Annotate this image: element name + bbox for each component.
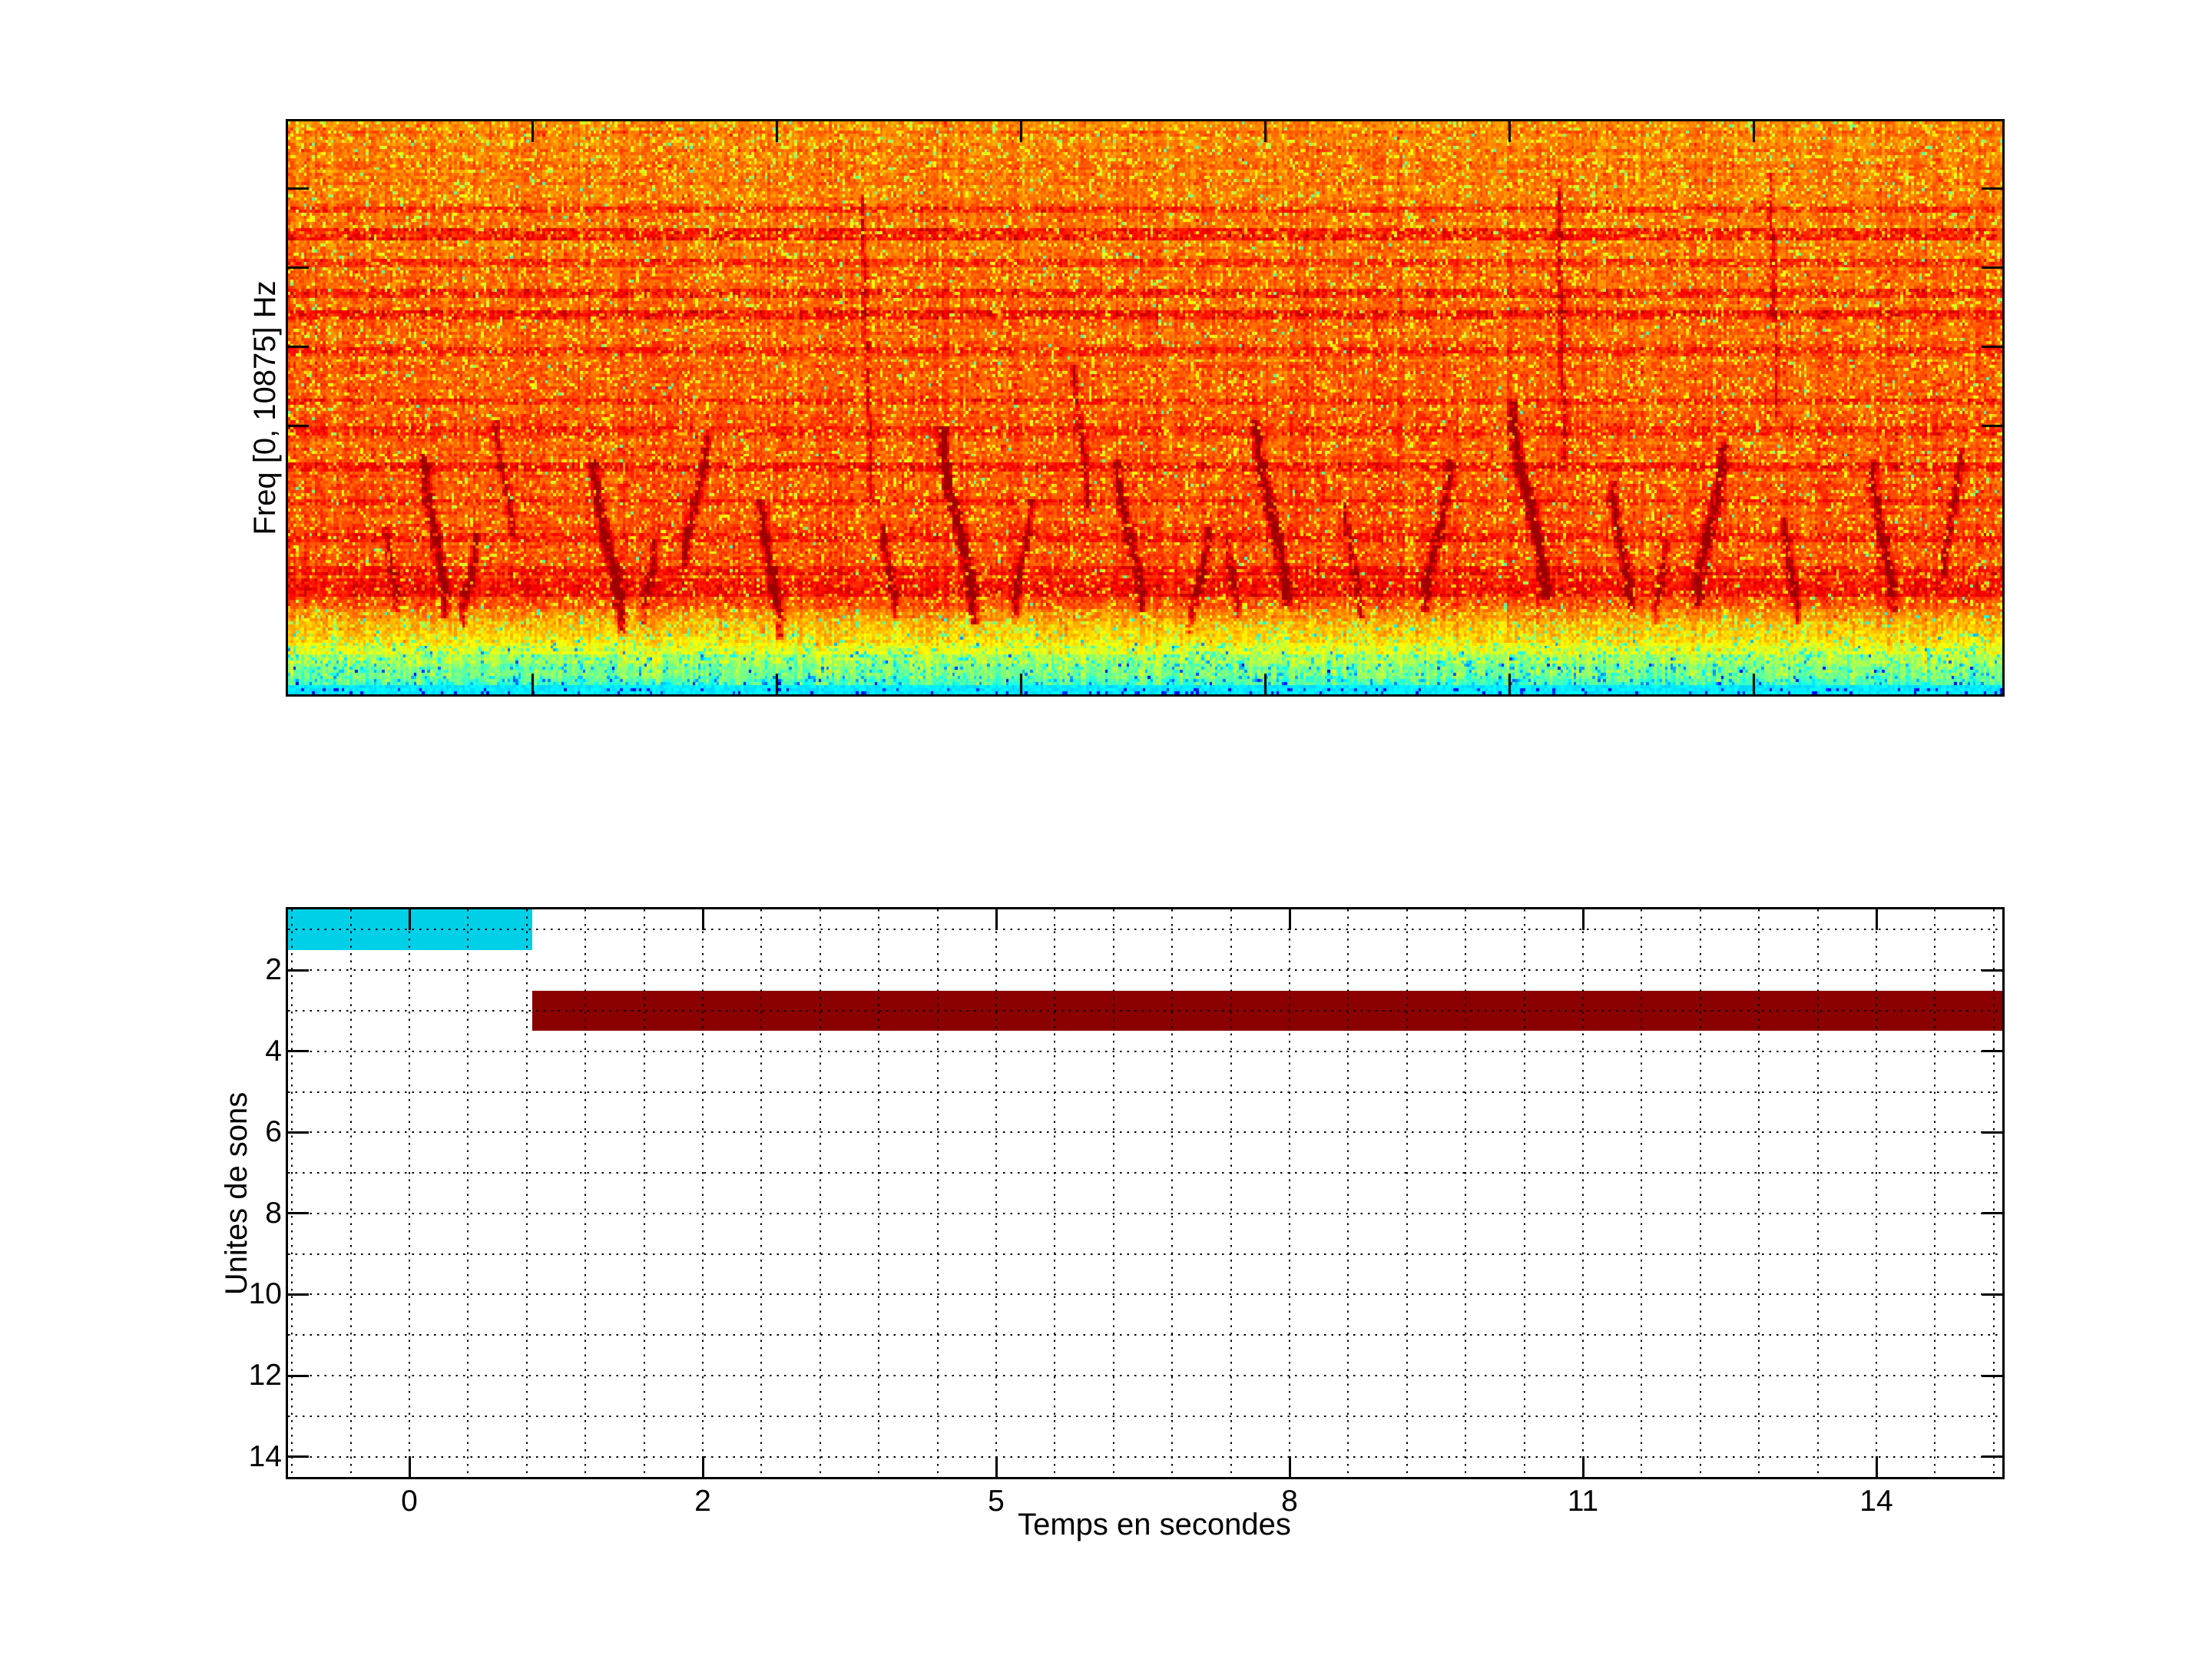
axis-tick-mark [995,909,998,930]
axis-tick-mark [288,1293,309,1296]
x-tick-label: 2 [694,1485,711,1518]
x-tick-label: 8 [1281,1485,1298,1518]
gridline-horizontal [288,1375,2002,1377]
figure: Freq [0, 10875] Hz Unites de sons Temps … [0,0,2212,1659]
axis-tick-mark [701,1456,704,1477]
gridline-horizontal [288,1212,2002,1214]
axis-tick-mark [1982,1050,2002,1053]
axis-tick-mark [1581,1456,1584,1477]
gridline-vertical [1876,909,1877,1477]
gridline-vertical [1992,909,1995,1477]
y-tick-label: 14 [248,1439,282,1473]
gridline-horizontal [288,1009,2002,1012]
gridline-vertical [819,909,821,1477]
gridline-vertical [1523,909,1525,1477]
gridline-horizontal [288,1334,2002,1336]
axis-tick-mark [995,1456,998,1477]
gridline-vertical [467,909,469,1477]
gridline-vertical [1289,909,1290,1477]
gridline-horizontal [288,1455,2002,1458]
x-tick-label: 5 [988,1485,1005,1518]
y-tick-label: 2 [265,953,282,987]
axis-tick-mark [1982,969,2002,972]
gridline-horizontal [288,969,2002,972]
bar-x-axis-label: Temps en secondes [1018,1508,1291,1541]
y-tick-label: 8 [265,1196,282,1230]
axis-tick-mark [288,1131,309,1134]
y-tick-label: 4 [265,1034,282,1068]
y-tick-label: 12 [248,1359,282,1392]
gridline-horizontal [288,1091,2002,1093]
gridline-vertical [1171,909,1174,1477]
gridline-vertical [1699,909,1701,1477]
gridline-horizontal [288,1050,2002,1052]
gridline-vertical [349,909,352,1477]
axis-tick-mark [1982,1374,2002,1377]
gridline-vertical [1054,909,1056,1477]
gridline-vertical [291,909,293,1477]
y-tick-label: 6 [265,1115,282,1149]
axis-tick-mark [1288,909,1291,930]
gridline-vertical [584,909,587,1477]
gridline-horizontal [288,929,2002,931]
gridline-horizontal [288,1131,2002,1134]
axis-tick-mark [1982,1131,2002,1134]
gridline-horizontal [288,1293,2002,1296]
gridline-vertical [1406,909,1408,1477]
axis-tick-mark [1875,909,1878,930]
gridline-horizontal [288,1415,2002,1417]
axis-tick-mark [288,1050,309,1053]
x-tick-label: 14 [1859,1485,1893,1518]
gridline-vertical [1230,909,1232,1477]
axis-tick-mark [1982,1455,2002,1459]
gridline-vertical [1758,909,1760,1477]
x-tick-label: 11 [1567,1485,1599,1518]
gridline-vertical [1816,909,1819,1477]
axis-tick-mark [1982,1293,2002,1296]
gridline-vertical [1641,909,1643,1477]
axis-tick-mark [288,969,309,972]
gridline-vertical [702,909,704,1477]
spectrogram-plot-frame [286,119,2005,697]
gridline-horizontal [288,1172,2002,1174]
gridline-vertical [995,909,997,1477]
gridline-vertical [760,909,763,1477]
gridline-vertical [1112,909,1114,1477]
gridline-vertical [1934,909,1936,1477]
axis-tick-mark [408,909,411,930]
x-tick-label: 0 [401,1485,418,1518]
axis-tick-mark [1581,909,1584,930]
gridline-vertical [525,909,528,1477]
gridline-vertical [643,909,645,1477]
axis-tick-mark [1288,1456,1291,1477]
bar-plot-frame [286,907,2005,1479]
gridline-horizontal [288,1253,2002,1255]
axis-tick-mark [1875,1456,1878,1477]
spectrogram-y-axis-label: Freq [0, 10875] Hz [248,280,282,535]
gridline-vertical [1582,909,1584,1477]
gridline-vertical [409,909,410,1477]
gridline-vertical [936,909,939,1477]
axis-tick-mark [701,909,704,930]
gridline-vertical [878,909,880,1477]
axis-tick-mark [288,1455,309,1459]
axis-tick-mark [1982,1212,2002,1215]
axis-tick-mark [288,1212,309,1215]
axis-tick-mark [408,1456,411,1477]
axis-tick-mark [288,1374,309,1377]
gridline-vertical [1347,909,1349,1477]
spectrogram-heatmap-canvas [288,121,2002,694]
y-tick-label: 10 [248,1277,282,1311]
gridline-vertical [1465,909,1467,1477]
